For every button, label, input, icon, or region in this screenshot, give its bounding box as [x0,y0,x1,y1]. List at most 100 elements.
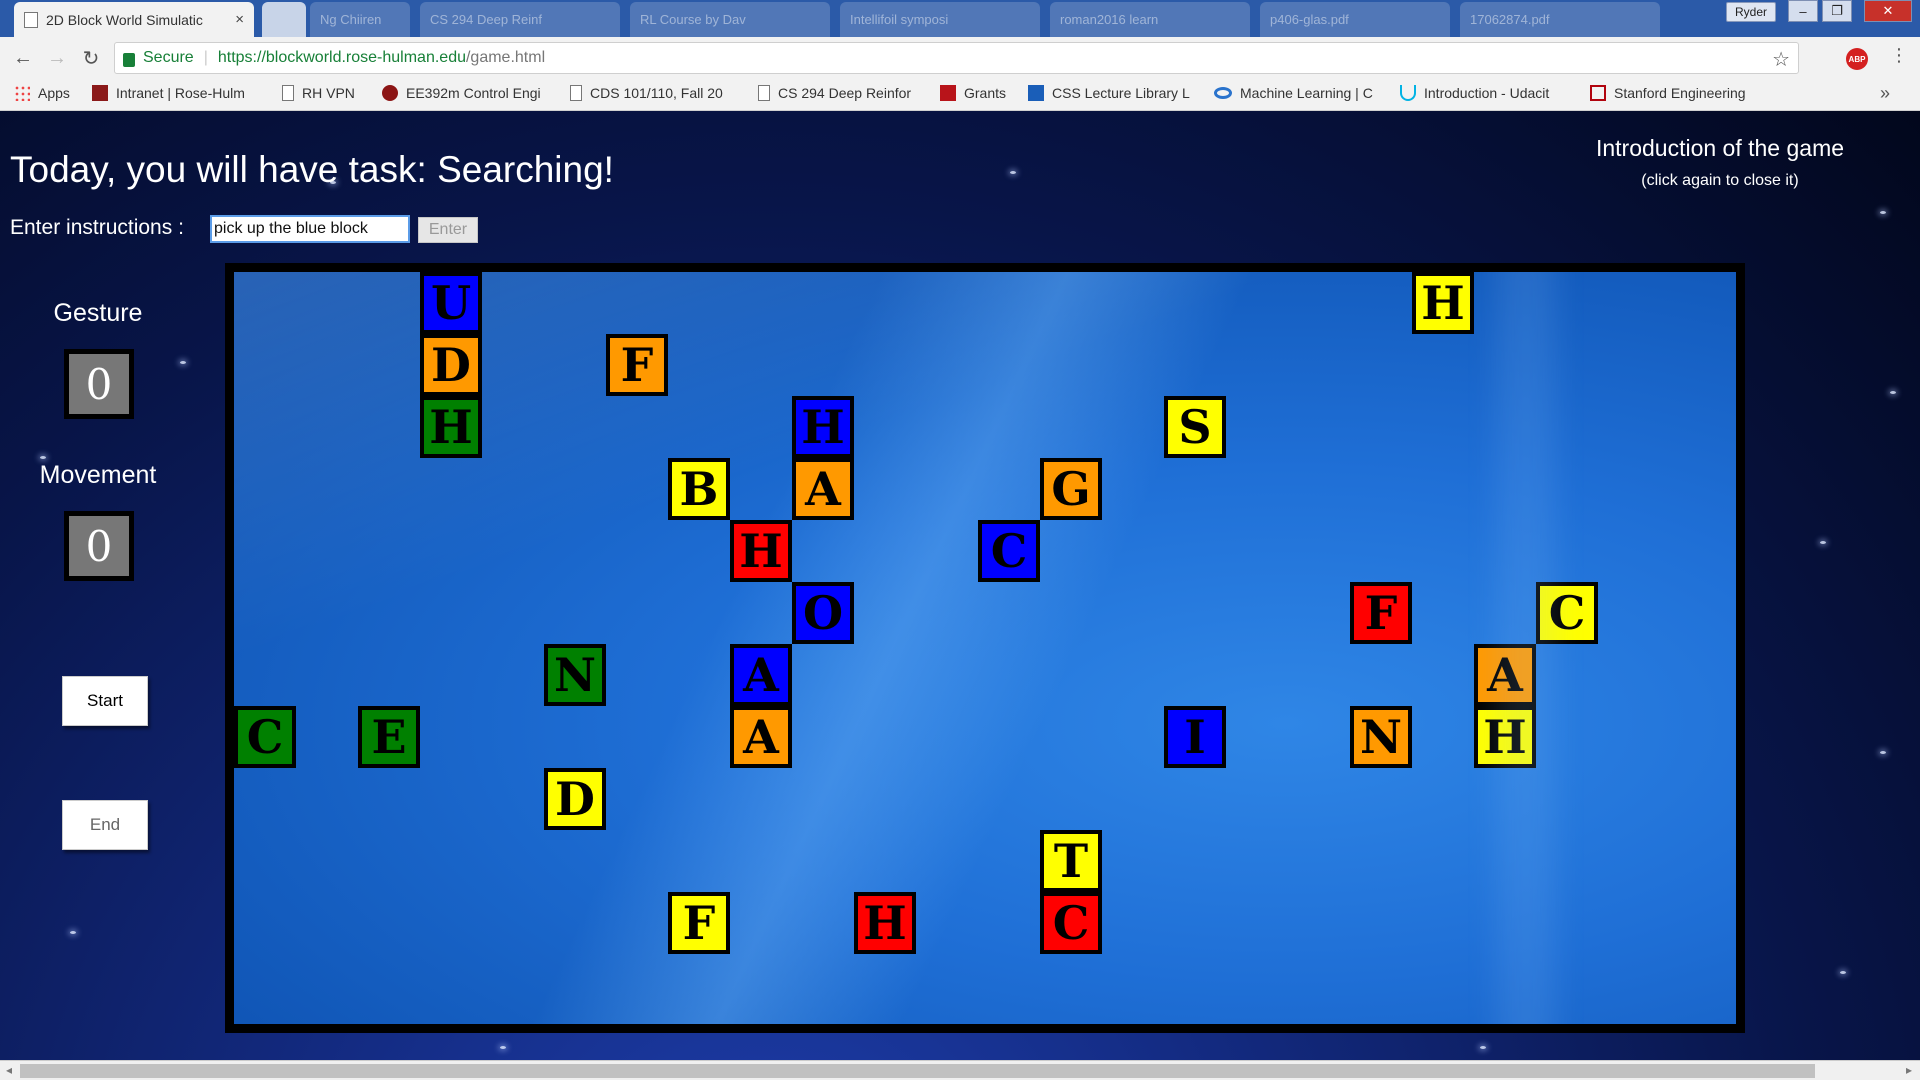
page-title: Today, you will have task: Searching! [10,149,614,190]
scroll-right-icon[interactable]: ▸ [1906,1063,1912,1077]
close-tab-icon[interactable]: × [235,11,244,28]
block-b-yellow[interactable]: B [668,458,730,520]
block-f-red[interactable]: F [1350,582,1412,644]
block-n-green[interactable]: N [544,644,606,706]
tab-block-world[interactable]: 2D Block World Simulatic × [14,2,254,37]
movement-counter: 0 [64,511,134,581]
block-t-yellow[interactable]: T [1040,830,1102,892]
back-icon[interactable]: ← [10,45,36,71]
bookmark-item[interactable]: Intranet | Rose-Hulm [92,85,262,101]
url-host: https://blockworld.rose-hulman.edu [217,49,466,66]
tab-background[interactable]: p406-glas.pdf [1260,2,1450,37]
block-f-orange[interactable]: F [606,334,668,396]
block-a-orange[interactable]: A [792,458,854,520]
bookmark-item[interactable]: RH VPN [282,85,355,101]
block-i-blue[interactable]: I [1164,706,1226,768]
minimize-button[interactable]: – [1788,0,1818,22]
scrollbar-thumb[interactable] [20,1064,1815,1078]
bookmark-item[interactable]: CSS Lecture Library L [1028,85,1200,101]
star-decoration [500,1046,506,1049]
gesture-counter: 0 [64,349,134,419]
star-decoration [40,456,46,459]
bookmark-item[interactable]: CS 294 Deep Reinfor [758,85,926,101]
gesture-label: Gesture [53,299,143,327]
block-h-red[interactable]: H [854,892,916,954]
browser-toolbar: ← → ↻ Secure | https://blockworld.rose-h… [0,37,1920,79]
block-h-red[interactable]: H [730,520,792,582]
block-c-green[interactable]: C [234,706,296,768]
block-u-blue[interactable]: U [420,272,482,334]
page-icon [570,85,582,101]
block-d-orange[interactable]: D [420,334,482,396]
grants-icon [940,85,956,101]
bookmark-apps[interactable]: Apps [14,85,70,101]
tab-new[interactable] [262,2,306,37]
block-c-blue[interactable]: C [978,520,1040,582]
bookmark-item[interactable]: Machine Learning | C [1214,85,1386,101]
tab-background[interactable]: RL Course by Dav [630,2,830,37]
block-f-yellow[interactable]: F [668,892,730,954]
scroll-left-icon[interactable]: ◂ [6,1063,12,1077]
maximize-button[interactable]: ❐ [1822,0,1852,22]
block-world-board[interactable]: UDHFHBAHONAACEDFHTCGCSIHFNCAH [225,263,1745,1033]
block-a-orange[interactable]: A [1474,644,1536,706]
block-d-yellow[interactable]: D [544,768,606,830]
secure-label: Secure [143,49,194,66]
page-icon [282,85,294,101]
lock-icon [123,53,135,67]
game-page: Today, you will have task: Searching! En… [0,111,1920,1060]
tab-background[interactable]: roman2016 learn [1050,2,1250,37]
horizontal-scrollbar[interactable]: ◂ ▸ [0,1060,1920,1080]
block-h-yellow[interactable]: H [1412,272,1474,334]
stanford-icon [382,85,398,101]
apps-grid-icon [14,85,30,101]
tab-background[interactable]: 17062874.pdf [1460,2,1660,37]
tab-background[interactable]: CS 294 Deep Reinf [420,2,620,37]
end-button[interactable]: End [62,800,148,850]
url-separator: | [203,49,208,66]
rose-hulman-icon [92,85,108,101]
movement-label: Movement [39,461,157,489]
star-decoration [1890,391,1896,394]
bookmark-item[interactable]: Introduction - Udacit [1400,85,1572,101]
adblock-icon[interactable]: ABP [1846,48,1868,70]
bookmark-item[interactable]: EE392m Control Engi [382,85,552,101]
instructions-input[interactable] [210,215,410,243]
start-button[interactable]: Start [62,676,148,726]
forward-icon[interactable]: → [44,45,70,71]
intro-toggle[interactable]: Introduction of the game (click again to… [1560,135,1880,190]
tab-background[interactable]: Ng Chiiren [310,2,410,37]
block-h-blue[interactable]: H [792,396,854,458]
menu-icon[interactable]: ⋮ [1890,45,1908,66]
close-window-button[interactable]: ✕ [1864,0,1912,22]
bookmark-star-icon[interactable]: ☆ [1772,47,1790,72]
block-o-blue[interactable]: O [792,582,854,644]
bookmark-item[interactable]: Stanford Engineering [1590,85,1762,101]
more-bookmarks-icon[interactable]: » [1880,83,1890,104]
reload-icon[interactable]: ↻ [78,45,104,71]
star-decoration [1820,541,1826,544]
star-decoration [180,361,186,364]
block-e-green[interactable]: E [358,706,420,768]
block-c-yellow[interactable]: C [1536,582,1598,644]
bookmark-item[interactable]: CDS 101/110, Fall 20 [570,85,740,101]
udacity-icon [1400,85,1416,101]
star-decoration [1880,211,1886,214]
bookmarks-bar: Apps Intranet | Rose-Hulm RH VPN EE392m … [0,79,1920,111]
block-a-blue[interactable]: A [730,644,792,706]
block-n-orange[interactable]: N [1350,706,1412,768]
tab-background[interactable]: Intellifoil symposi [840,2,1040,37]
profile-button[interactable]: Ryder [1726,2,1776,22]
block-c-red[interactable]: C [1040,892,1102,954]
block-h-yellow[interactable]: H [1474,706,1536,768]
bookmark-item[interactable]: Grants [940,85,1006,101]
star-decoration [1010,171,1016,174]
page-icon [758,85,770,101]
block-s-yellow[interactable]: S [1164,396,1226,458]
enter-button[interactable]: Enter [418,217,478,243]
block-h-green[interactable]: H [420,396,482,458]
address-bar[interactable]: Secure | https://blockworld.rose-hulman.… [114,42,1799,74]
star-decoration [1840,971,1846,974]
block-a-orange[interactable]: A [730,706,792,768]
block-g-orange[interactable]: G [1040,458,1102,520]
